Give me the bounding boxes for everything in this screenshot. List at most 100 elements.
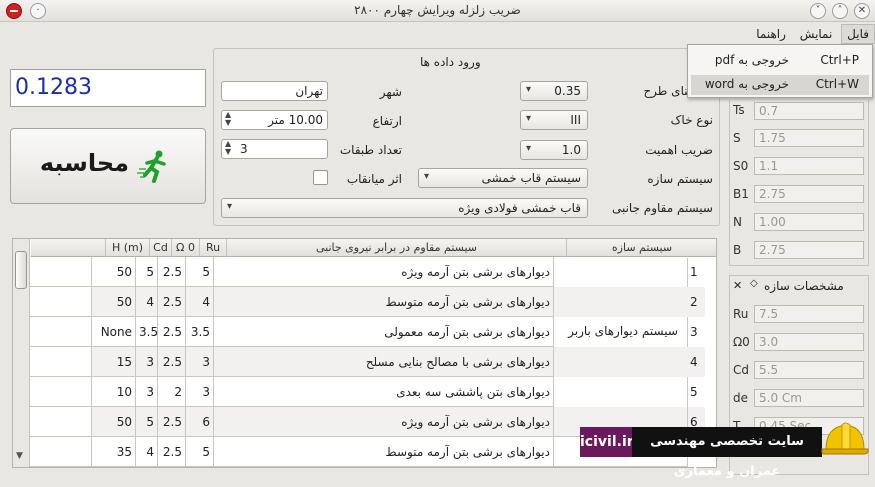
city-label: شهر (379, 85, 402, 99)
table-cell-cd: 4 (136, 287, 158, 317)
table-cell-lateral: دیوارهای برشی بتن آرمه متوسط (214, 287, 554, 317)
floors-value: 3 (240, 142, 248, 156)
table-row[interactable]: 10 3 2 3 دیوارهای بتن پاششی سه بعدی 5 (30, 377, 705, 407)
table-cell-lateral: دیوارهای بتن پاششی سه بعدی (214, 377, 554, 407)
table-cell-omega: 2.5 (158, 407, 186, 437)
menu-view[interactable]: نمایش (795, 25, 838, 43)
dock1-field: 1.00 (754, 213, 864, 231)
chevron-down-icon: ▾ (526, 113, 532, 124)
table-row[interactable]: None 3.5 2.5 3.5 دیوارهای برشی بتن آرمه معمو… (30, 317, 705, 347)
table-cell-h: 50 (92, 257, 136, 287)
dock1-label: S (733, 131, 741, 145)
dock2-label: Ω0 (733, 335, 750, 349)
running-man-icon (137, 150, 166, 183)
scrollbar-thumb[interactable] (15, 251, 27, 289)
dock1-label: S0 (733, 159, 749, 173)
menu-export-pdf-shortcut: Ctrl+P (820, 53, 859, 67)
table-cell-omega: 2 (158, 377, 186, 407)
row-number: 4 (690, 355, 698, 369)
calculate-button[interactable]: محاسبه (10, 128, 206, 204)
window-title: ضریب زلزله ویرایش چهارم ۲۸۰۰ (354, 3, 521, 17)
menu-export-word-shortcut: Ctrl+W (815, 77, 859, 91)
table-cell-h: 15 (92, 347, 136, 377)
height-label: ارتفاع (372, 114, 402, 128)
lateral-label: سیستم مقاوم جانبی (611, 201, 713, 215)
dock2-label: Ru (733, 307, 749, 321)
table-cell-ru: 3 (186, 347, 214, 377)
spin-arrows-icon[interactable]: ▲ ▼ (225, 111, 231, 127)
chevron-down-icon: ▾ (526, 84, 532, 95)
row-number: 2 (690, 295, 698, 309)
dock1-label: B (733, 243, 742, 257)
chevron-down-icon: ▾ (526, 143, 532, 154)
menu-help[interactable]: راهنما (751, 25, 791, 43)
dock1-field: 1.1 (754, 157, 864, 175)
table-cell-h: 10 (92, 377, 136, 407)
title-bar: · ضریب زلزله ویرایش چهارم ۲۸۰۰ ˅ ˄ ✕ (0, 0, 875, 22)
table-cell-cd: 3.5 (136, 317, 158, 347)
floors-spinbox[interactable]: 3 ▲ ▼ (221, 139, 328, 159)
dock2-title: مشخصات سازه (764, 279, 844, 293)
structure-label: سیستم سازه (647, 172, 713, 186)
header-lateral[interactable]: سیستم مقاوم در برابر نیروی جانبی (227, 239, 567, 257)
calculate-label: محاسبه (39, 149, 129, 177)
menu-export-pdf[interactable]: خروجی به pdf Ctrl+P (691, 51, 869, 71)
acc-combo[interactable]: 0.35 ▾ (520, 81, 588, 101)
dock-close-icon[interactable]: ✕ (733, 279, 742, 292)
city-field[interactable]: تهران (221, 81, 328, 101)
table-cell-blank (30, 317, 92, 347)
dock2-field: 5.0 Cm (754, 389, 864, 407)
row-number: 3 (690, 325, 698, 339)
dock1-label: B1 (733, 187, 749, 201)
header-cd[interactable]: Cd (150, 239, 172, 257)
spin-arrows-icon[interactable]: ▲ ▼ (225, 140, 231, 156)
table-cell-omega: 2.5 (158, 287, 186, 317)
menu-file[interactable]: فایل (841, 24, 875, 44)
header-system[interactable]: سیستم سازه (567, 239, 716, 257)
height-spinbox[interactable]: 10.00 متر ▲ ▼ (221, 110, 328, 130)
scroll-down-icon[interactable]: ▼ (16, 451, 23, 461)
table-cell-blank (30, 257, 92, 287)
dock-float-icon[interactable]: ◇ (750, 278, 758, 289)
result-display: 0.1283 (10, 69, 206, 107)
table-cell-blank (30, 287, 92, 317)
maximize-button[interactable]: ˄ (832, 3, 848, 19)
table-cell-lateral: دیوارهای برشی بتن آرمه متوسط (214, 437, 554, 467)
table-row[interactable]: 15 3 2.5 3 دیوارهای برشی با مصالح بنایی مسلح… (30, 347, 705, 377)
row-number: 1 (690, 265, 698, 279)
header-h[interactable]: H (m) (106, 239, 150, 257)
importance-label: ضریب اهمیت (645, 143, 713, 157)
menu-export-word[interactable]: خروجی به word Ctrl+W (691, 75, 869, 95)
soil-combo[interactable]: III ▾ (520, 110, 588, 130)
lateral-combo[interactable]: قاب خمشی فولادی ویژه ▾ (221, 198, 588, 218)
table-cell-h: 50 (92, 407, 136, 437)
table-cell-blank (30, 377, 92, 407)
header-omega[interactable]: Ω 0 (172, 239, 200, 257)
table-cell-cd: 3 (136, 377, 158, 407)
dock2-field: 3.0 (754, 333, 864, 351)
table-cell-ru: 5 (186, 437, 214, 467)
table-cell-lateral: دیوارهای برشی با مصالح بنایی مسلح (214, 347, 554, 377)
table-row[interactable]: 50 4 2.5 4 دیوارهای برشی بتن آرمه متوسط 2 (30, 287, 705, 317)
header-ru[interactable]: Ru (200, 239, 227, 257)
infill-label: اثر میانقاب (346, 172, 402, 186)
structure-combo[interactable]: سیستم قاب خمشی ▾ (418, 168, 588, 188)
file-menu-dropdown: خروجی به pdf Ctrl+P خروجی به word Ctrl+W (687, 44, 873, 98)
table-cell-omega: 2.5 (158, 317, 186, 347)
table-cell-cd: 4 (136, 437, 158, 467)
table-cell-cd: 3 (136, 347, 158, 377)
menu-export-word-label: خروجی به word (704, 77, 789, 91)
banner-text: سایت تخصصی مهندسی عمران و معماری (632, 427, 822, 479)
importance-combo[interactable]: 1.0 ▾ (520, 140, 588, 160)
table-row[interactable]: 50 5 2.5 5 دیوارهای برشی بتن آرمه ویژه 1 (30, 257, 705, 287)
chevron-down-icon: ▾ (424, 171, 430, 182)
floors-label: تعداد طبقات (339, 143, 402, 157)
table-cell-omega: 2.5 (158, 257, 186, 287)
infill-checkbox[interactable] (313, 170, 328, 185)
close-button[interactable]: ✕ (854, 3, 870, 19)
dock2-field: 5.5 (754, 361, 864, 379)
dock1-label: Ts (733, 103, 745, 117)
table-cell-ru: 3.5 (186, 317, 214, 347)
table-scrollbar[interactable]: ▼ (13, 239, 30, 467)
minimize-button[interactable]: ˅ (810, 3, 826, 19)
